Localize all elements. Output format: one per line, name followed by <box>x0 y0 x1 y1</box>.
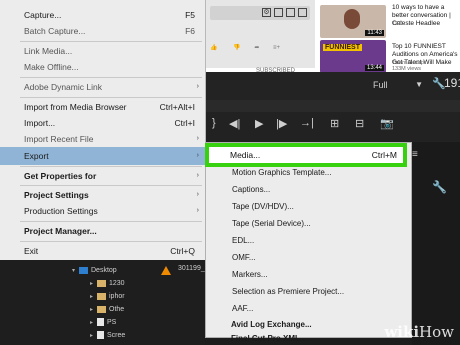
miniplayer-icon[interactable] <box>274 8 283 17</box>
menu-item-get-properties-for[interactable]: Get Properties for › <box>0 167 205 185</box>
share-icon[interactable]: ➦ <box>254 45 259 51</box>
thumbnail-text: FUNNIEST <box>323 44 362 51</box>
step-back-icon[interactable]: ◀| <box>229 117 240 130</box>
video-thumbnail[interactable]: 11:43 <box>320 5 386 38</box>
save-icon[interactable]: ≡+ <box>273 45 280 51</box>
submenu-item-edl[interactable]: EDL... <box>206 232 411 249</box>
tree-item[interactable]: ▸ 1230 <box>90 277 125 290</box>
chevron-right-icon: › <box>196 152 199 159</box>
tree-item[interactable]: ▸ Othe <box>90 303 124 316</box>
menu-item-exit[interactable]: Exit Ctrl+Q <box>0 242 205 260</box>
video-actions: 👍 👎 ➦ ≡+ <box>210 44 310 54</box>
submenu-item-media[interactable]: Media... Ctrl+M <box>205 143 407 167</box>
mark-out-icon[interactable]: } <box>212 117 216 129</box>
menu-icon[interactable]: ≡ <box>412 149 418 160</box>
like-icon[interactable]: 👍 <box>210 45 217 51</box>
step-forward-icon[interactable]: |▶ <box>276 117 287 130</box>
video-duration: 13:44 <box>364 65 384 71</box>
menu-item-batch-capture[interactable]: Batch Capture... F6 <box>0 22 205 40</box>
chevron-right-icon: › <box>196 207 199 214</box>
export-submenu: Motion Graphics Template... Captions... … <box>205 142 412 338</box>
chevron-right-icon: › <box>196 172 199 179</box>
resolution-select[interactable]: Full ▼ <box>373 78 425 92</box>
submenu-item-markers[interactable]: Markers... <box>206 266 411 283</box>
submenu-item-tape-dv-hdv[interactable]: Tape (DV/HDV)... <box>206 198 411 215</box>
theater-icon[interactable] <box>286 8 295 17</box>
submenu-item-omf[interactable]: OMF... <box>206 249 411 266</box>
expand-icon: ▾ <box>72 268 76 274</box>
submenu-item-avid-log-exchange[interactable]: Avid Log Exchange... <box>205 316 410 333</box>
go-to-out-icon[interactable]: →| <box>300 117 314 129</box>
chevron-down-icon: ▼ <box>415 80 423 89</box>
camera-icon[interactable]: 📷 <box>380 117 394 130</box>
submenu-item-avid-log-exchange[interactable] <box>206 300 411 317</box>
file-icon <box>97 331 104 340</box>
speaker-image <box>344 9 360 29</box>
fullscreen-icon[interactable] <box>298 8 307 17</box>
tree-item[interactable]: ▾ Desktop <box>72 264 117 277</box>
menu-item-export[interactable]: Export › <box>0 147 205 165</box>
timecode: 191 <box>444 76 460 90</box>
video-thumbnail[interactable]: FUNNIEST 13:44 <box>320 40 386 73</box>
expand-icon: ▸ <box>90 333 94 339</box>
extract-icon[interactable]: ⊟ <box>355 117 364 130</box>
tree-item[interactable]: ▸ Scree <box>90 329 125 342</box>
lift-icon[interactable]: ⊞ <box>330 117 339 130</box>
video-channel[interactable]: TED <box>392 21 458 28</box>
dislike-icon[interactable]: 👎 <box>233 45 240 51</box>
wrench-icon[interactable]: 🔧 <box>432 180 447 194</box>
menu-item-project-manager[interactable]: Project Manager... <box>0 222 205 240</box>
settings-icon[interactable]: ⚙ <box>262 8 271 17</box>
chevron-right-icon: › <box>196 83 199 90</box>
file-icon <box>97 318 104 327</box>
tree-item[interactable]: ▸ PS <box>90 316 116 329</box>
menu-item-adobe-dynamic-link[interactable]: Adobe Dynamic Link › <box>0 78 205 96</box>
desktop-icon <box>79 266 88 274</box>
submenu-item-tape-serial-device[interactable]: Tape (Serial Device)... <box>206 215 411 232</box>
vlc-icon <box>161 266 171 275</box>
submenu-item-captions[interactable]: Captions... <box>206 181 411 198</box>
submenu-item-final-cut-pro-xml[interactable]: Final Cut Pro XML... <box>205 332 410 345</box>
submenu-item-selection-as-premiere-project[interactable]: Selection as Premiere Project... <box>206 283 411 300</box>
wikihow-watermark: wikiHow <box>384 323 454 341</box>
tree-item[interactable]: ▸ iphor <box>90 290 125 303</box>
menu-item-production-settings[interactable]: Production Settings › <box>0 202 205 220</box>
folder-icon <box>97 279 106 287</box>
menu-item-make-offline[interactable]: Make Offline... <box>0 58 205 76</box>
chevron-right-icon: › <box>196 135 199 142</box>
play-icon[interactable]: ▶ <box>255 117 263 130</box>
folder-icon <box>97 305 106 313</box>
resolution-value: Full <box>373 80 388 90</box>
video-duration: 11:43 <box>365 30 384 36</box>
timeline-panel <box>412 142 460 345</box>
media-file-name[interactable]: 301199_ <box>178 265 205 272</box>
file-menu: Capture... F5 Batch Capture... F6 Link M… <box>0 0 206 260</box>
player-control-bar <box>210 6 310 20</box>
menu-item-import-recent-file[interactable]: Import Recent File › <box>0 130 205 148</box>
folder-icon <box>97 292 106 300</box>
